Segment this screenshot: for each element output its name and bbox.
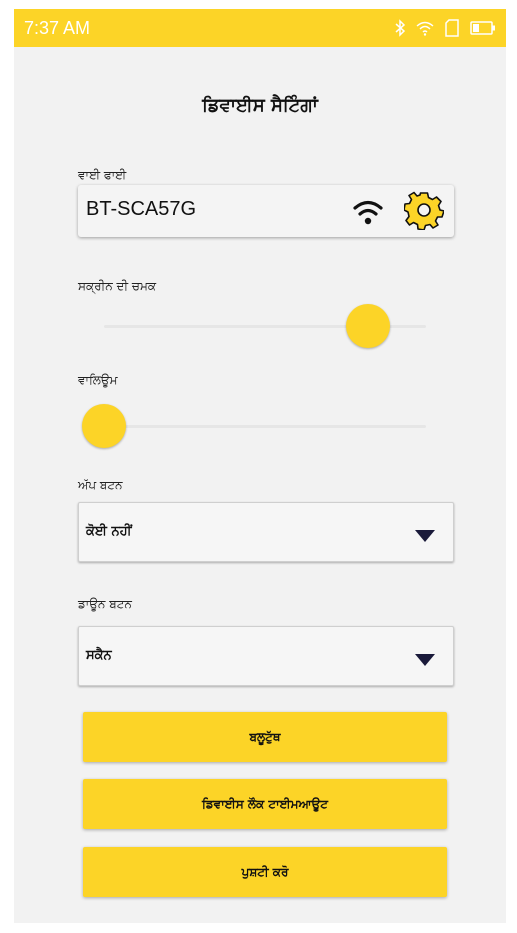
status-icons <box>394 19 496 37</box>
brightness-label: ਸਕ੍ਰੀਨ ਦੀ ਚਮਕ <box>78 279 157 293</box>
page-title: ਡਿਵਾਈਸ ਸੈਟਿੰਗਾਂ <box>202 95 318 116</box>
up-button-selected-value: ਕੋਈ ਨਹੀਂ <box>86 524 132 539</box>
wifi-field[interactable]: BT-SCA57G <box>78 185 454 237</box>
down-button-select[interactable]: ਸਕੈਨ <box>78 626 454 686</box>
wifi-icon <box>416 20 434 36</box>
up-button-label: ਅੱਪ ਬਟਨ <box>78 478 123 492</box>
bluetooth-button[interactable]: ਬਲੂਟੁੱਥ <box>83 712 447 762</box>
volume-slider[interactable] <box>82 403 426 449</box>
settings-screen: ਡਿਵਾਈਸ ਸੈਟਿੰਗਾਂ ਵਾਈ ਫਾਈ BT-SCA57G ਸਕ੍ਰੀਨ… <box>14 47 506 923</box>
status-bar: 7:37 AM <box>14 9 506 47</box>
up-button-select[interactable]: ਕੋਈ ਨਹੀਂ <box>78 502 454 562</box>
sim-icon <box>444 19 460 37</box>
volume-label: ਵਾਲਿਊਮ <box>78 373 118 387</box>
down-button-label: ਡਾਊਨ ਬਟਨ <box>78 597 132 611</box>
chevron-down-icon <box>415 527 435 546</box>
wifi-label: ਵਾਈ ਫਾਈ <box>78 168 127 182</box>
confirm-button[interactable]: ਪੁਸ਼ਟੀ ਕਰੋ <box>83 847 447 897</box>
device-lock-timeout-button[interactable]: ਡਿਵਾਈਸ ਲੌਕ ਟਾਈਮਆਊਟ <box>83 779 447 829</box>
down-button-selected-value: ਸਕੈਨ <box>86 648 112 663</box>
status-time: 7:37 AM <box>24 17 91 38</box>
slider-thumb[interactable] <box>82 404 126 448</box>
slider-thumb[interactable] <box>346 304 391 348</box>
brightness-slider[interactable] <box>104 303 426 349</box>
gear-icon[interactable] <box>403 190 445 234</box>
slider-track <box>104 424 426 428</box>
battery-icon <box>470 21 496 35</box>
chevron-down-icon <box>415 651 435 670</box>
bluetooth-icon <box>394 19 406 37</box>
wifi-network-name: BT-SCA57G <box>86 198 197 220</box>
wifi-signal-icon <box>353 197 383 231</box>
